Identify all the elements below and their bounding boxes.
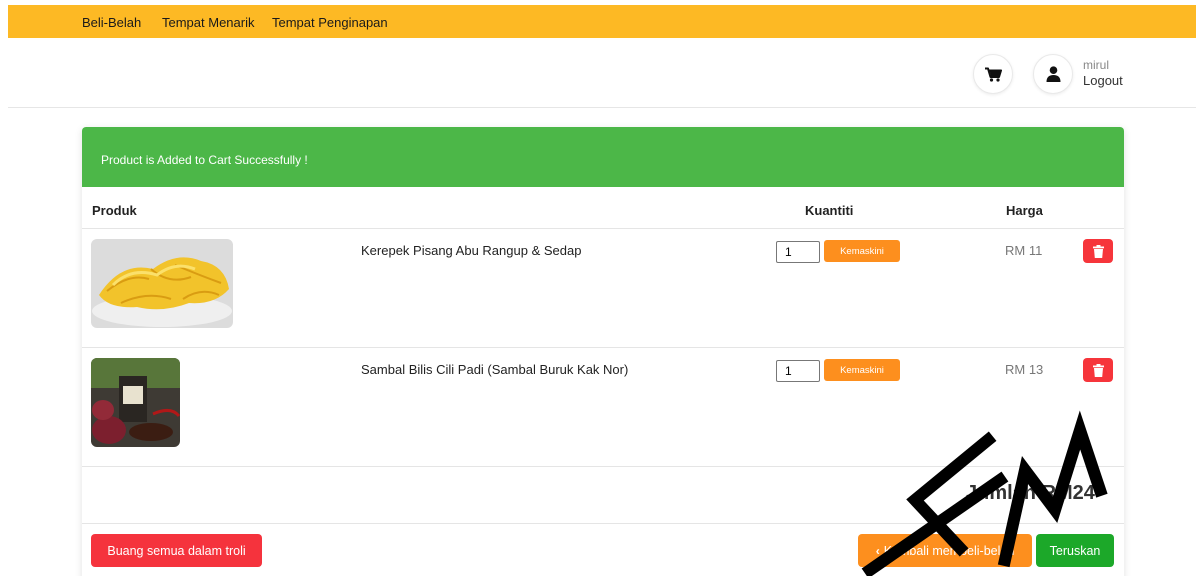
trash-icon — [1092, 244, 1104, 258]
user-info: mirul Logout — [1083, 58, 1123, 88]
continue-shopping-button[interactable]: ‹ Kembali membeli-belah — [858, 534, 1032, 567]
quantity-input[interactable] — [776, 360, 820, 382]
trash-icon — [1092, 363, 1104, 377]
cart-card: Product is Added to Cart Successfully ! … — [82, 127, 1124, 576]
nav-link-tempat-menarik[interactable]: Tempat Menarik — [162, 15, 254, 30]
update-button[interactable]: Kemaskini — [824, 359, 900, 381]
cart-button[interactable] — [973, 54, 1013, 94]
product-image-kerepek — [91, 239, 233, 328]
product-image-sambal — [91, 358, 180, 447]
chevron-left-icon: ‹ — [875, 543, 880, 558]
divider — [82, 347, 1124, 348]
divider — [82, 228, 1124, 229]
product-price: RM 11 — [1005, 243, 1043, 258]
product-name: Kerepek Pisang Abu Rangup & Sedap — [361, 243, 582, 258]
cart-total: Jumlah RM24 — [966, 482, 1095, 504]
quantity-input[interactable] — [776, 241, 820, 263]
column-header-price: Harga — [1006, 203, 1043, 218]
user-avatar-button[interactable] — [1033, 54, 1073, 94]
update-button[interactable]: Kemaskini — [824, 240, 900, 262]
nav-link-tempat-penginapan[interactable]: Tempat Penginapan — [272, 15, 388, 30]
divider — [82, 523, 1124, 524]
product-price: RM 13 — [1005, 362, 1044, 377]
success-alert: Product is Added to Cart Successfully ! — [82, 127, 1124, 187]
top-navbar: Beli-Belah Tempat Menarik Tempat Pengina… — [8, 5, 1196, 38]
column-header-quantity: Kuantiti — [805, 203, 854, 218]
column-header-product: Produk — [92, 203, 137, 218]
continue-shopping-label: Kembali membeli-belah — [883, 543, 1015, 558]
nav-link-beli-belah[interactable]: Beli-Belah — [82, 15, 141, 30]
checkout-button[interactable]: Teruskan — [1036, 534, 1114, 567]
header-divider — [8, 107, 1196, 108]
remove-item-button[interactable] — [1083, 358, 1113, 382]
logout-link[interactable]: Logout — [1083, 73, 1123, 88]
page: Beli-Belah Tempat Menarik Tempat Pengina… — [0, 0, 1196, 576]
product-name: Sambal Bilis Cili Padi (Sambal Buruk Kak… — [361, 362, 629, 377]
shopping-cart-icon — [984, 67, 1002, 82]
username: mirul — [1083, 58, 1109, 72]
divider — [82, 466, 1124, 467]
clear-cart-button[interactable]: Buang semua dalam troli — [91, 534, 262, 567]
remove-item-button[interactable] — [1083, 239, 1113, 263]
alert-message: Product is Added to Cart Successfully ! — [101, 153, 308, 167]
user-icon — [1046, 66, 1060, 82]
